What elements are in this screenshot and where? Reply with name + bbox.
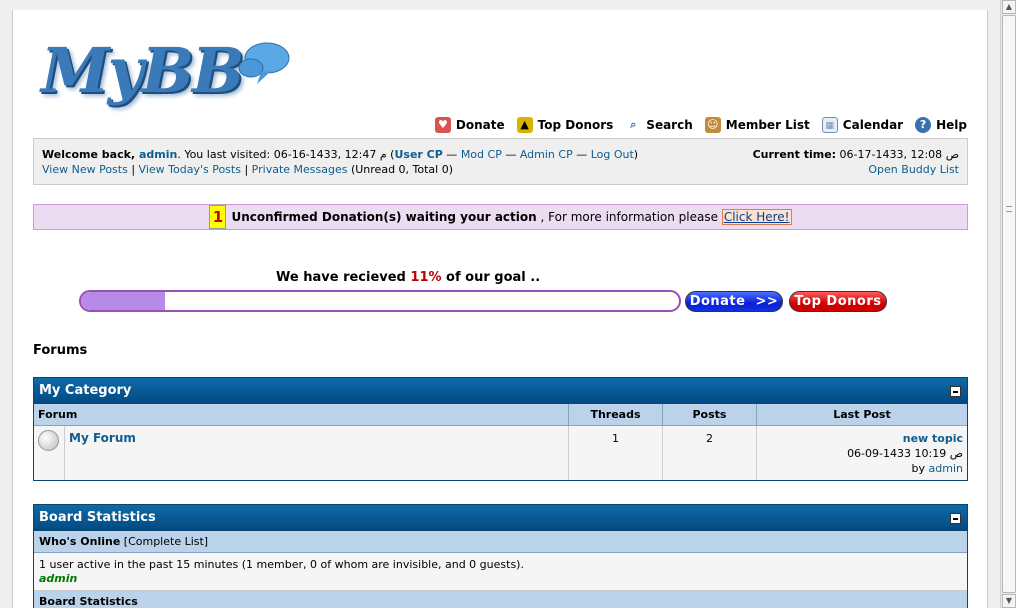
progress-fill <box>81 292 165 310</box>
forum-row: My Forum 1 2 new topic 06-09-1433 10:19 … <box>34 426 967 480</box>
welcome-prefix: Welcome back, <box>42 148 139 161</box>
online-user-link[interactable]: admin <box>39 572 77 585</box>
category-table: My Category Forum Threads Posts Last Pos… <box>33 377 968 481</box>
board-statistics-subheader: Board Statistics <box>34 591 967 608</box>
buddy-list-link[interactable]: Open Buddy List <box>868 163 959 176</box>
username-link[interactable]: admin <box>139 148 177 161</box>
user-cp-link[interactable]: User CP <box>394 148 442 161</box>
help-icon: ? <box>915 117 932 133</box>
logout-link[interactable]: Log Out <box>591 148 634 161</box>
scroll-thumb[interactable] <box>1002 15 1016 593</box>
forums-heading: Forums <box>33 343 88 358</box>
donation-progress-bar <box>79 290 681 312</box>
menu-member-list[interactable]: ☺ Member List <box>704 117 810 133</box>
current-time: 06-17-1433, 12:08 ص <box>836 148 959 161</box>
top-donors-icon: ▲ <box>516 117 533 133</box>
view-todays-posts-link[interactable]: View Today's Posts <box>139 163 241 176</box>
col-threads: Threads <box>569 404 663 425</box>
donate-icon: ♥ <box>434 117 451 133</box>
scroll-down-icon[interactable]: ▼ <box>1002 594 1016 608</box>
menu-calendar[interactable]: ▦ Calendar <box>821 117 903 133</box>
whos-online-header: Who's Online [Complete List] <box>34 531 967 553</box>
online-text: 1 user active in the past 15 minutes (1 … <box>39 558 524 571</box>
vertical-scrollbar[interactable]: ▲ ▼ <box>1000 0 1016 608</box>
notice-count: 1 <box>209 205 227 229</box>
view-new-posts-link[interactable]: View New Posts <box>42 163 128 176</box>
menu-donate[interactable]: ♥ Donate <box>434 117 505 133</box>
last-post-date: 06-09-1433 10:19 ص <box>847 447 963 460</box>
donation-notice: 1 Unconfirmed Donation(s) waiting your a… <box>33 204 968 230</box>
whos-online-body: 1 user active in the past 15 minutes (1 … <box>34 553 967 591</box>
current-time-label: Current time: <box>752 148 837 161</box>
forum-status-icon <box>38 430 59 451</box>
category-link[interactable]: My Category <box>39 383 131 398</box>
stats-title: Board Statistics <box>39 510 156 525</box>
admin-cp-link[interactable]: Admin CP <box>520 148 573 161</box>
col-posts: Posts <box>663 404 757 425</box>
col-last-post: Last Post <box>833 408 891 421</box>
page: MyBB ♥ Donate ▲ Top Donors ⌕ Search ☺ Me… <box>12 10 988 608</box>
last-post-user-link[interactable]: admin <box>929 462 963 475</box>
board-statistics-table: Board Statistics Who's Online [Complete … <box>33 504 968 608</box>
last-post-link[interactable]: new topic <box>903 432 963 445</box>
top-donors-button[interactable]: Top Donors <box>789 291 887 312</box>
top-menu: ♥ Donate ▲ Top Donors ⌕ Search ☺ Member … <box>434 115 967 135</box>
private-messages-link[interactable]: Private Messages <box>252 163 348 176</box>
notice-text: Unconfirmed Donation(s) waiting your act… <box>231 210 537 224</box>
pm-counts: (Unread 0, Total 0) <box>347 163 454 176</box>
collapse-icon[interactable] <box>950 386 961 397</box>
forum-threads: 1 <box>569 426 663 480</box>
member-list-icon: ☺ <box>704 117 721 133</box>
stats-header: Board Statistics <box>34 505 967 531</box>
forum-column-headers: Forum Threads Posts Last Post <box>34 404 967 426</box>
mybb-logo[interactable]: MyBB <box>41 34 291 114</box>
complete-list-link[interactable]: [Complete List] <box>124 535 208 548</box>
speech-bubble-icon <box>238 42 290 84</box>
search-icon: ⌕ <box>630 118 637 131</box>
menu-top-donors[interactable]: ▲ Top Donors <box>516 117 613 133</box>
category-header: My Category <box>34 378 967 404</box>
calendar-icon: ▦ <box>821 117 838 133</box>
donate-button[interactable]: Donate >> <box>685 291 783 312</box>
goal-text: We have recieved 11% of our goal .. <box>276 270 541 285</box>
goal-percent: 11% <box>410 270 442 285</box>
mod-cp-link[interactable]: Mod CP <box>461 148 502 161</box>
menu-search[interactable]: ⌕ Search <box>625 117 693 133</box>
forum-posts: 2 <box>663 426 757 480</box>
last-visit-text: . You last visited: 06-16-1433, 12:47 م … <box>177 148 395 161</box>
menu-help[interactable]: ? Help <box>915 117 967 133</box>
col-forum: Forum <box>34 404 569 425</box>
click-here-link[interactable]: Click Here! <box>721 209 792 225</box>
forum-link[interactable]: My Forum <box>69 431 136 445</box>
notice-more: , For more information please <box>536 210 722 224</box>
collapse-icon[interactable] <box>950 513 961 524</box>
logo-text: MyBB <box>41 34 244 107</box>
welcome-panel: Welcome back, admin. You last visited: 0… <box>33 138 968 185</box>
scroll-up-icon[interactable]: ▲ <box>1002 0 1016 14</box>
